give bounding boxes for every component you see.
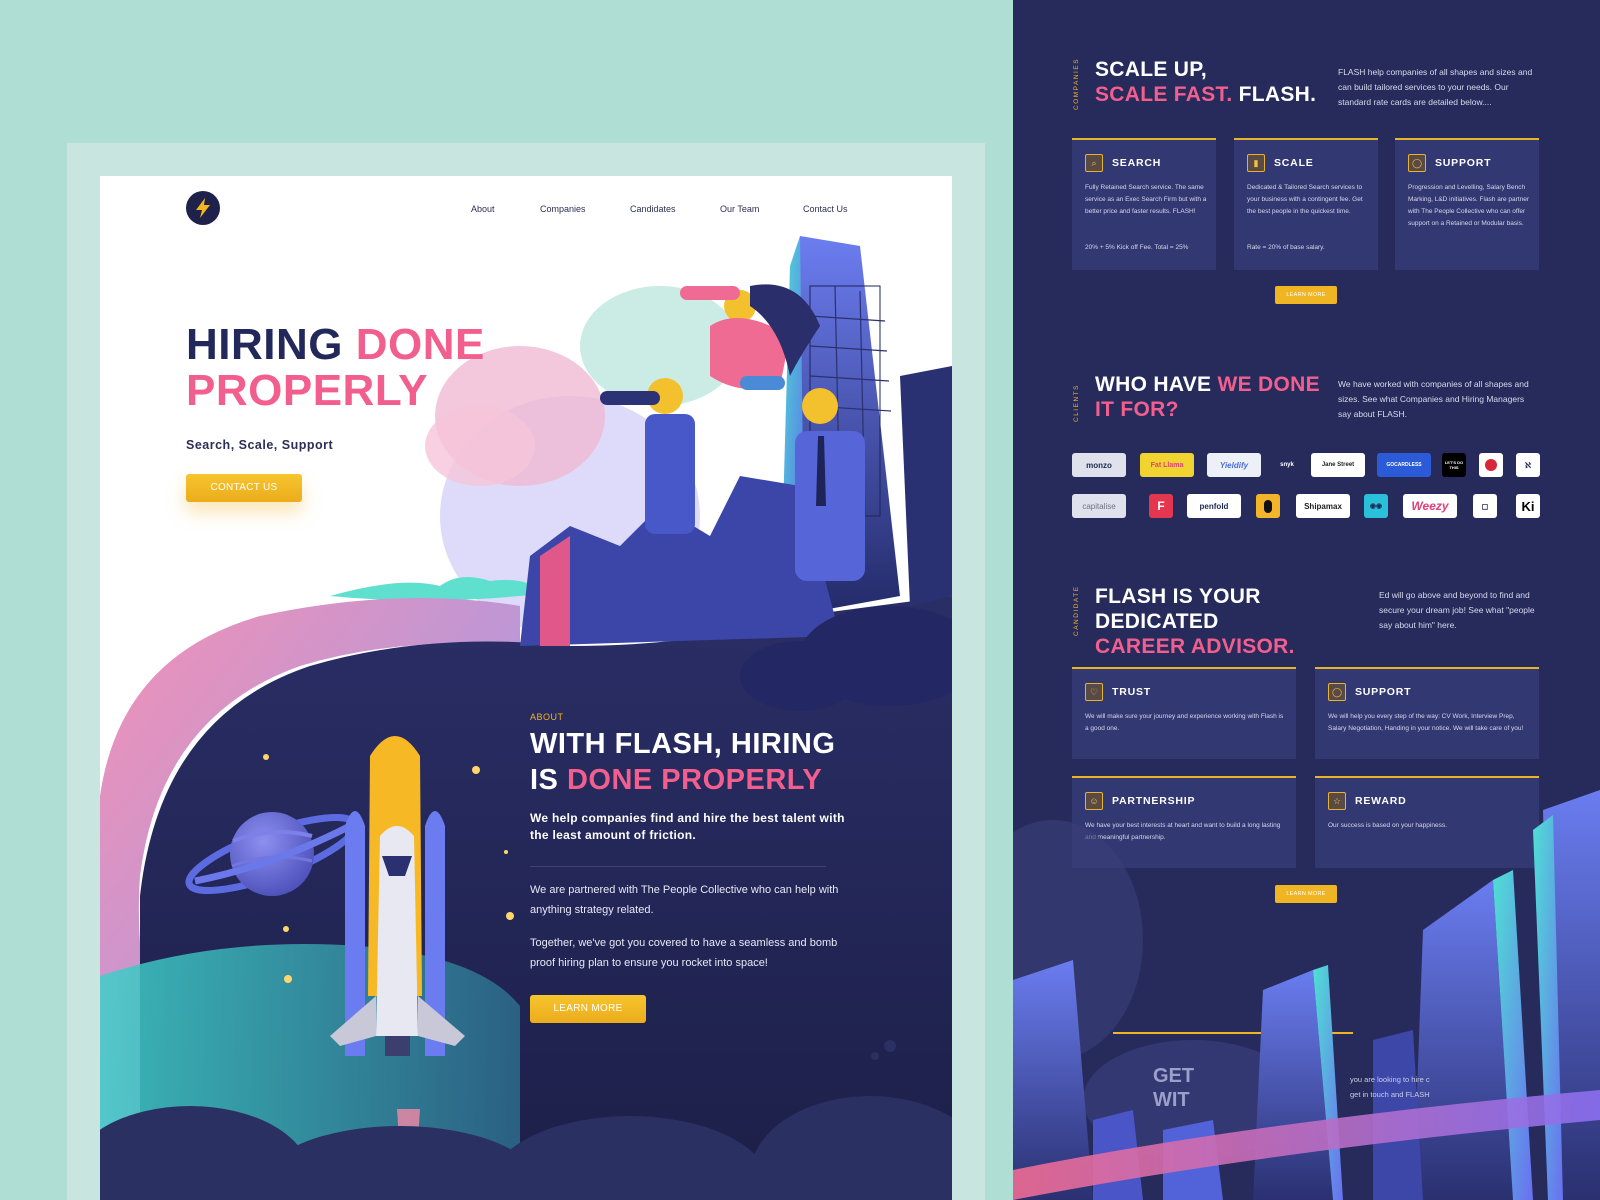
search-icon: ⌕ xyxy=(1085,154,1103,172)
companies-vertical-label: COMPANIES xyxy=(1073,57,1080,110)
client-logo-gocardless[interactable]: GOCARDLESS xyxy=(1377,453,1431,477)
client-logo-fat-llama[interactable]: Fat Llama xyxy=(1140,453,1194,477)
client-logo-capitalise[interactable]: capitalise xyxy=(1072,494,1126,518)
client-logo-red[interactable] xyxy=(1479,453,1503,477)
hero-title-word-hiring: HIRING xyxy=(186,320,343,369)
city-illustration xyxy=(1013,790,1600,1200)
client-logo-yieldify[interactable]: Yieldify xyxy=(1207,453,1261,477)
service-card-rate: Rate = 20% of base salary. xyxy=(1247,244,1325,251)
hero-title-word-done: DONE xyxy=(355,320,485,369)
client-logo-penguin[interactable] xyxy=(1256,494,1280,518)
client-logo-owl[interactable]: ◉◉ xyxy=(1364,494,1388,518)
service-card-body: Progression and Levelling, Salary Bench … xyxy=(1408,184,1530,227)
service-card-scale: ▮ SCALE Dedicated & Tailored Search serv… xyxy=(1234,138,1378,270)
chat-bubble-icon: ◯ xyxy=(1328,683,1346,701)
service-card-body: Dedicated & Tailored Search services to … xyxy=(1247,184,1363,215)
nav-about[interactable]: About xyxy=(471,204,495,214)
client-logo-lets-do-this[interactable]: LET'S DO THIS xyxy=(1442,453,1466,477)
lightning-bolt-icon xyxy=(196,198,210,218)
client-logo-shipamax[interactable]: Shipamax xyxy=(1296,494,1350,518)
landing-page: About Companies Candidates Our Team Cont… xyxy=(100,176,952,1200)
hero-subtitle: Search, Scale, Support xyxy=(186,438,334,452)
nav-contact-us[interactable]: Contact Us xyxy=(803,204,848,214)
clients-title-it-for: IT FOR? xyxy=(1095,398,1179,421)
right-mockup-panel: COMPANIES SCALE UP, SCALE FAST. FLASH. F… xyxy=(1013,0,1600,1200)
service-card-title: SUPPORT xyxy=(1435,157,1492,169)
nav-candidates[interactable]: Candidates xyxy=(630,204,676,214)
about-lead: We help companies find and hire the best… xyxy=(530,811,845,842)
about-learn-more-button[interactable]: LEARN MORE xyxy=(530,995,646,1023)
about-label: ABOUT xyxy=(530,712,564,722)
footer-title-line1: GET xyxy=(1153,1065,1195,1087)
clients-title: WHO HAVE WE DONE IT FOR? xyxy=(1095,372,1320,422)
about-paragraph-2: Together, we've got you covered to have … xyxy=(530,937,838,969)
service-card-title: SEARCH xyxy=(1112,157,1162,169)
hero-title-word-properly: PROPERLY xyxy=(186,366,429,415)
candidate-description: Ed will go above and beyond to find and … xyxy=(1379,590,1535,630)
client-logo-square[interactable]: ◻ xyxy=(1473,494,1497,518)
footer-description-line2: get in touch and FLASH xyxy=(1350,1090,1430,1099)
client-logo-red-mark xyxy=(1485,459,1497,471)
footer-description: you are looking to hire c get in touch a… xyxy=(1350,1072,1430,1102)
companies-title-scale-fast: SCALE FAST. xyxy=(1095,83,1233,106)
candidate-vertical-label: CANDIDATE xyxy=(1073,585,1080,636)
contact-us-button[interactable]: CONTACT US xyxy=(186,474,302,502)
clients-title-who-have: WHO HAVE xyxy=(1095,373,1212,396)
penguin-icon xyxy=(1264,499,1272,513)
companies-title-line1: SCALE UP, xyxy=(1095,58,1208,81)
footer-description-line1: you are looking to hire c xyxy=(1350,1075,1430,1084)
service-card-body: Fully Retained Search service. The same … xyxy=(1085,184,1207,215)
companies-learn-more-button[interactable]: LEARN MORE xyxy=(1275,286,1337,304)
client-logo-glyph[interactable]: ℵ xyxy=(1516,453,1540,477)
candidate-title-line2: DEDICATED xyxy=(1095,610,1219,633)
companies-title-flash: FLASH. xyxy=(1238,83,1317,106)
about-title: WITH FLASH, HIRING IS DONE PROPERLY xyxy=(530,726,835,798)
candidate-card-support: ◯ SUPPORT We will help you every step of… xyxy=(1315,667,1539,759)
nav-companies[interactable]: Companies xyxy=(540,204,586,214)
heart-icon: ♡ xyxy=(1085,683,1103,701)
candidate-card-title: TRUST xyxy=(1112,686,1151,698)
client-logo-ki[interactable]: Ki xyxy=(1516,494,1540,518)
clients-description: We have worked with companies of all sha… xyxy=(1338,379,1529,419)
client-logo-jane-street[interactable]: Jane Street xyxy=(1311,453,1365,477)
flash-logo[interactable] xyxy=(186,191,220,225)
client-logo-penfold[interactable]: penfold xyxy=(1187,494,1241,518)
hero-title: HIRING DONE PROPERLY xyxy=(186,322,485,414)
service-card-title: SCALE xyxy=(1274,157,1314,169)
about-paragraph-1: We are partnered with The People Collect… xyxy=(530,884,839,916)
about-divider xyxy=(530,866,826,867)
candidate-card-body: We will make sure your journey and exper… xyxy=(1085,713,1284,732)
companies-title: SCALE UP, SCALE FAST. FLASH. xyxy=(1095,57,1316,107)
nav-our-team[interactable]: Our Team xyxy=(720,204,759,214)
candidate-card-trust: ♡ TRUST We will make sure your journey a… xyxy=(1072,667,1296,759)
footer-title-line2: WIT xyxy=(1153,1089,1190,1111)
about-title-is: IS xyxy=(530,764,559,796)
companies-description: FLASH help companies of all shapes and s… xyxy=(1338,67,1533,107)
clients-vertical-label: CLIENTS xyxy=(1073,384,1080,422)
footer-title: GET WIT xyxy=(1153,1064,1194,1112)
service-card-rate: 20% + 5% Kick off Fee. Total = 25% xyxy=(1085,244,1189,251)
client-logo-f[interactable]: F xyxy=(1149,494,1173,518)
client-logo-monzo[interactable]: monzo xyxy=(1072,453,1126,477)
client-logo-snyk[interactable]: snyk xyxy=(1272,453,1302,477)
candidate-title: FLASH IS YOUR DEDICATED CAREER ADVISOR. xyxy=(1095,584,1295,659)
bar-chart-icon: ▮ xyxy=(1247,154,1265,172)
about-title-line1: WITH FLASH, HIRING xyxy=(530,728,836,760)
service-card-support: ◯ SUPPORT Progression and Levelling, Sal… xyxy=(1395,138,1539,270)
candidate-card-body: We will help you every step of the way: … xyxy=(1328,713,1524,732)
candidate-card-title: SUPPORT xyxy=(1355,686,1412,698)
candidate-title-line3: CAREER ADVISOR. xyxy=(1095,635,1295,658)
chat-bubble-icon: ◯ xyxy=(1408,154,1426,172)
about-title-done-properly: DONE PROPERLY xyxy=(566,764,823,796)
client-logo-weezy[interactable]: Weezy xyxy=(1403,494,1457,518)
candidate-title-line1: FLASH IS YOUR xyxy=(1095,585,1261,608)
clients-title-we-done: WE DONE xyxy=(1217,373,1320,396)
service-card-search: ⌕ SEARCH Fully Retained Search service. … xyxy=(1072,138,1216,270)
